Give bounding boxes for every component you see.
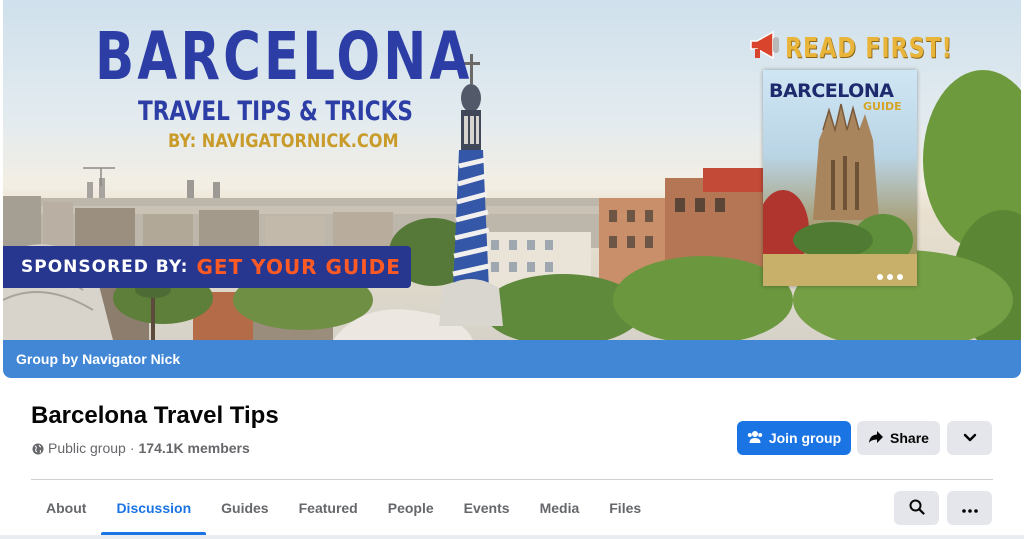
tab-events[interactable]: Events bbox=[449, 484, 525, 532]
group-meta: Public group · 174.1K members bbox=[32, 440, 250, 456]
tab-about[interactable]: About bbox=[31, 484, 101, 532]
tab-files[interactable]: Files bbox=[594, 484, 656, 532]
share-arrow-icon bbox=[868, 430, 890, 447]
share-label: Share bbox=[890, 430, 929, 446]
search-group-button[interactable] bbox=[894, 491, 939, 525]
tab-discussion[interactable]: Discussion bbox=[101, 484, 206, 535]
people-icon bbox=[747, 430, 769, 447]
globe-icon bbox=[32, 442, 44, 455]
sponsor-banner: SPONSORED BY: GET YOUR GUIDE bbox=[3, 246, 411, 288]
group-title: Barcelona Travel Tips bbox=[31, 402, 279, 429]
chevron-down-icon bbox=[963, 430, 977, 446]
share-button[interactable]: Share bbox=[857, 421, 940, 455]
cover-image: BARCELONA TRAVEL TIPS & TRICKS BY: NAVIG… bbox=[3, 0, 1021, 340]
tab-media[interactable]: Media bbox=[525, 484, 595, 532]
facebook-group-page: BARCELONA TRAVEL TIPS & TRICKS BY: NAVIG… bbox=[0, 0, 1024, 539]
join-group-button[interactable]: Join group bbox=[737, 421, 851, 455]
group-cover-photo[interactable]: BARCELONA TRAVEL TIPS & TRICKS BY: NAVIG… bbox=[3, 0, 1021, 378]
more-options-button[interactable] bbox=[947, 491, 992, 525]
tab-featured[interactable]: Featured bbox=[284, 484, 373, 532]
read-first-callout: READ FIRST! bbox=[747, 28, 995, 67]
guide-subtitle-text: GUIDE bbox=[863, 100, 902, 113]
cover-subtitle-text: TRAVEL TIPS & TRICKS bbox=[138, 96, 413, 127]
meta-separator: · bbox=[129, 440, 135, 456]
megaphone-icon bbox=[747, 28, 785, 67]
tab-people[interactable]: People bbox=[373, 484, 449, 532]
content-area-edge bbox=[0, 535, 1024, 539]
sponsor-prefix: SPONSORED BY: bbox=[21, 257, 189, 277]
group-privacy: Public group bbox=[48, 440, 126, 456]
group-tabs: About Discussion Guides Featured People … bbox=[31, 484, 656, 536]
group-member-count[interactable]: 174.1K members bbox=[139, 440, 250, 456]
sponsor-name: GET YOUR GUIDE bbox=[196, 255, 401, 279]
cover-byline-text: BY: NAVIGATORNICK.COM bbox=[168, 130, 399, 152]
join-group-label: Join group bbox=[768, 430, 842, 446]
group-options-dropdown-button[interactable] bbox=[947, 421, 992, 455]
search-icon bbox=[909, 499, 925, 518]
barcelona-guide-cover: BARCELONA GUIDE bbox=[763, 70, 917, 286]
read-first-text: READ FIRST! bbox=[785, 31, 953, 64]
header-divider bbox=[31, 479, 993, 480]
tab-guides[interactable]: Guides bbox=[206, 484, 283, 532]
group-owner-bar: Group by Navigator Nick bbox=[3, 340, 1021, 378]
guide-title-text: BARCELONA bbox=[769, 80, 894, 102]
cover-title-text: BARCELONA bbox=[95, 18, 473, 95]
more-horizontal-icon bbox=[961, 500, 978, 516]
group-owner-text[interactable]: Group by Navigator Nick bbox=[16, 351, 180, 367]
